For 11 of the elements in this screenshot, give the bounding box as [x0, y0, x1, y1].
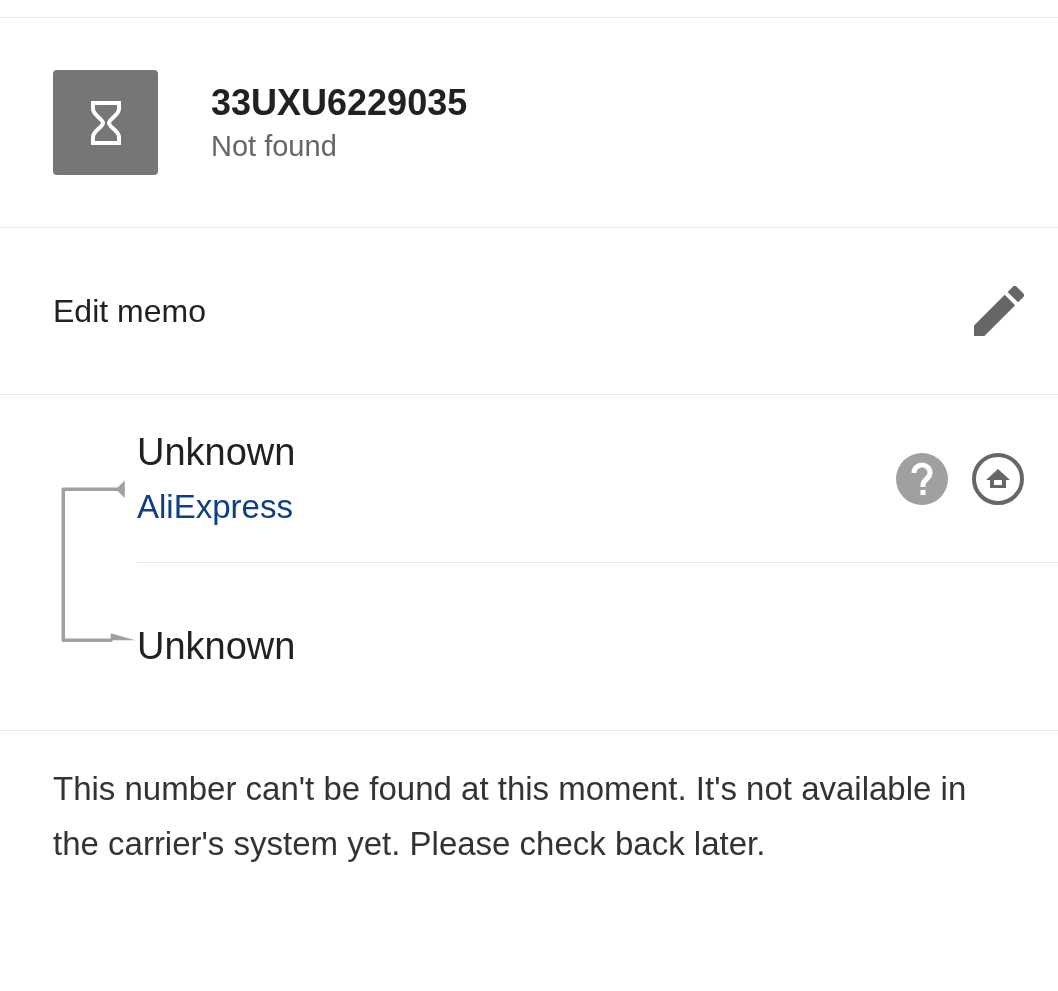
status-message: This number can't be found at this moment. It's not available in the carrier's system yet. Please check back later.	[52, 769, 968, 864]
tracking-number: 33UXU6229035	[211, 82, 468, 124]
origin-text: Unknown	[137, 431, 296, 474]
memo-label[interactable]: Edit memo	[53, 292, 206, 330]
hourglass-icon	[90, 100, 121, 145]
tracking-status: Not found	[211, 130, 338, 163]
help-icon[interactable]	[896, 453, 948, 505]
edit-icon[interactable]	[974, 286, 1024, 336]
home-icon[interactable]	[972, 453, 1024, 505]
destination-text: Unknown	[137, 625, 296, 668]
carrier-link[interactable]: AliExpress	[137, 488, 296, 526]
